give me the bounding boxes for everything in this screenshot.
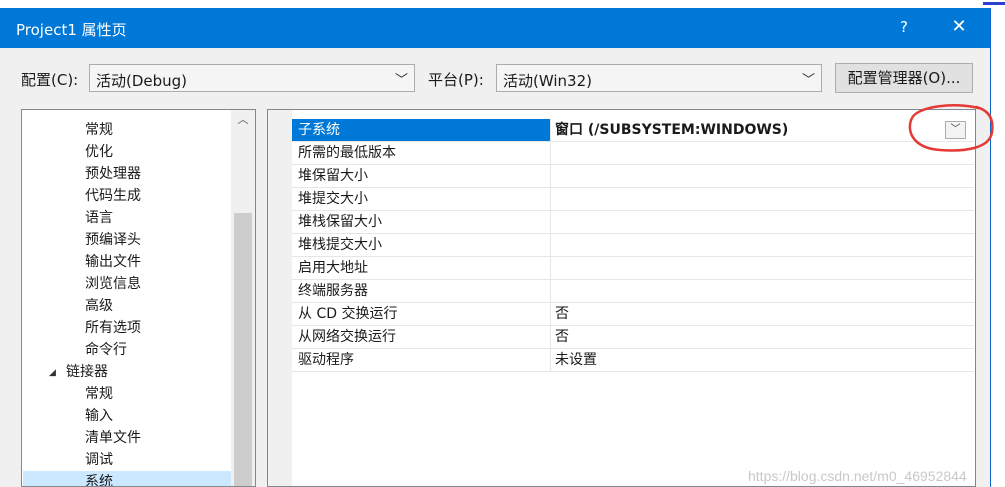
property-value[interactable]	[551, 211, 974, 233]
property-name: 堆提交大小	[292, 188, 551, 210]
property-value[interactable]	[551, 234, 974, 256]
tree-item[interactable]: 代码生成	[85, 185, 141, 207]
tree-item[interactable]: 预处理器	[85, 163, 141, 185]
tree-item[interactable]: 优化	[85, 141, 113, 163]
property-row[interactable]: 堆保留大小	[292, 165, 974, 188]
expanded-triangle-icon[interactable]: ◢	[49, 368, 56, 378]
property-name: 驱动程序	[292, 349, 551, 371]
tree-item[interactable]: 系统	[85, 471, 113, 486]
property-pages-dialog: Project1 属性页 ? ✕ 配置(C): 活动(Debug) ﹀ 平台(P…	[0, 8, 994, 487]
property-grid: 子系统 窗口 (/SUBSYSTEM:WINDOWS) ﹀ 所需的最低版本 堆保留大小堆…	[267, 109, 976, 487]
property-name: 子系统	[292, 119, 551, 141]
title-bar: Project1 属性页 ? ✕	[0, 8, 990, 48]
property-name: 所需的最低版本	[292, 142, 551, 164]
platform-combo[interactable]: 活动(Win32) ﹀	[496, 64, 822, 92]
window-title: Project1 属性页	[16, 21, 127, 39]
background-accent-line	[983, 2, 1005, 5]
chevron-up-icon[interactable]: ︿	[231, 110, 255, 130]
property-name: 堆栈提交大小	[292, 234, 551, 256]
platform-label: 平台(P):	[428, 71, 484, 89]
property-row[interactable]: 堆提交大小	[292, 188, 974, 211]
property-name: 从网络交换运行	[292, 326, 551, 348]
property-row[interactable]: 堆栈保留大小	[292, 211, 974, 234]
category-tree: 常规 优化 预处理器 代码生成 语言 预编译头 输出文件 浏览信息 高级 所有选项 命令行 ◢ 链接器常…	[21, 109, 256, 487]
tree-item[interactable]: 浏览信息	[85, 273, 141, 295]
property-name: 终端服务器	[292, 280, 551, 302]
help-button[interactable]: ?	[894, 18, 914, 36]
property-name: 堆栈保留大小	[292, 211, 551, 233]
close-button[interactable]: ✕	[948, 16, 970, 37]
chevron-down-icon: ﹀	[394, 73, 408, 88]
tree-item[interactable]: 常规	[85, 119, 113, 141]
property-value[interactable]	[551, 188, 974, 210]
watermark-text: https://blog.csdn.net/m0_46952844	[748, 468, 967, 484]
property-value[interactable]: 否	[551, 303, 974, 325]
tree-item[interactable]: 命令行	[85, 339, 127, 361]
property-row[interactable]: 堆栈提交大小	[292, 234, 974, 257]
tree-selection-highlight	[23, 471, 231, 486]
tree-item[interactable]: 语言	[85, 207, 113, 229]
tree-item[interactable]: 清单文件	[85, 427, 141, 449]
property-value[interactable]	[551, 165, 974, 187]
platform-value: 活动(Win32)	[503, 72, 592, 90]
tree-item[interactable]: 所有选项	[85, 317, 141, 339]
property-row[interactable]: 终端服务器	[292, 280, 974, 303]
config-label: 配置(C):	[21, 71, 79, 89]
property-row[interactable]: 启用大地址	[292, 257, 974, 280]
tree-item[interactable]: 输出文件	[85, 251, 141, 273]
property-name: 启用大地址	[292, 257, 551, 279]
scrollbar-thumb[interactable]	[234, 213, 252, 486]
red-circle-annotation	[908, 104, 994, 152]
tree-item[interactable]: 预编译头	[85, 229, 141, 251]
tree-item[interactable]: 高级	[85, 295, 113, 317]
property-row[interactable]: 子系统 窗口 (/SUBSYSTEM:WINDOWS) ﹀	[292, 119, 974, 142]
config-value: 活动(Debug)	[96, 72, 188, 90]
tree-group-linker[interactable]: 链接器	[66, 361, 108, 383]
tree-item[interactable]: 输入	[85, 405, 113, 427]
property-row[interactable]: 从 CD 交换运行否	[292, 303, 974, 326]
property-row[interactable]: 所需的最低版本	[292, 142, 974, 165]
property-row[interactable]: 驱动程序 未设置	[292, 349, 974, 372]
property-value[interactable]: 否	[551, 326, 974, 348]
config-manager-button[interactable]: 配置管理器(O)...	[835, 63, 973, 93]
property-value[interactable]: 未设置	[551, 349, 974, 371]
config-combo[interactable]: 活动(Debug) ﹀	[89, 64, 415, 92]
property-name: 从 CD 交换运行	[292, 303, 551, 325]
tree-item[interactable]: 常规	[85, 383, 113, 405]
property-name: 堆保留大小	[292, 165, 551, 187]
tree-item[interactable]: 调试	[85, 449, 113, 471]
grid-gutter	[268, 110, 292, 486]
property-row[interactable]: 从网络交换运行否	[292, 326, 974, 349]
tree-scrollbar[interactable]: ︿	[231, 110, 255, 486]
property-value[interactable]	[551, 280, 974, 302]
property-value[interactable]	[551, 257, 974, 279]
chevron-down-icon: ﹀	[801, 73, 815, 88]
background-strip	[0, 0, 1005, 8]
